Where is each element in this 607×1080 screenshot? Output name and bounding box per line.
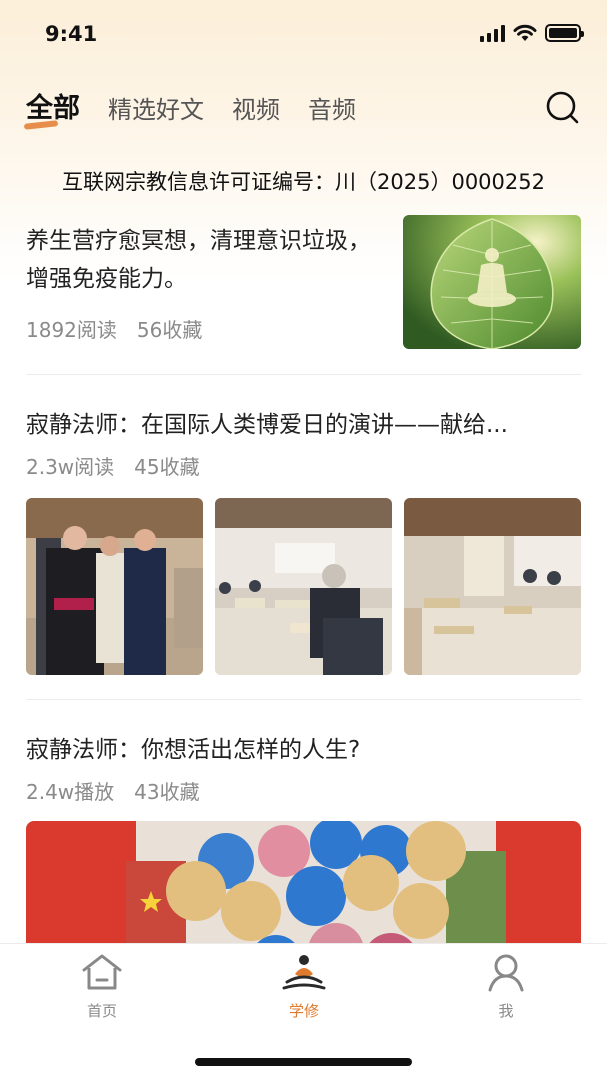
cellular-signal-icon: [480, 24, 505, 42]
license-notice: 互联网宗教信息许可证编号：川（2025）0000252: [62, 170, 545, 194]
status-icons: [480, 24, 584, 42]
home-icon: [82, 954, 122, 990]
favorite-count: 45收藏: [134, 455, 200, 479]
nav-me-label: 我: [498, 1002, 514, 1020]
nav-home-label: 首页: [86, 1002, 117, 1020]
photo-grid: [26, 498, 581, 675]
tab-featured-articles[interactable]: 精选好文: [108, 90, 204, 125]
nav-study-label: 学修: [288, 1002, 319, 1020]
profile-icon: [488, 954, 524, 992]
meditation-icon: [282, 955, 326, 990]
event-photo: [215, 498, 392, 675]
tab-audio[interactable]: 音频: [308, 90, 356, 125]
article-meta: 2.3w阅读 45收藏: [26, 451, 581, 480]
wifi-icon: [513, 24, 537, 41]
article-feed: 养生营疗愈冥想，清理意识垃圾，增强免疫能力。 1892阅读 56收藏 寂静法师：…: [26, 200, 581, 981]
nav-home[interactable]: 首页: [42, 952, 162, 1021]
bodhi-leaf-meditation-image: [403, 215, 581, 349]
nav-me[interactable]: 我: [446, 952, 566, 1021]
favorite-count: 56收藏: [136, 318, 203, 342]
article-meta: 2.4w播放 43收藏: [26, 776, 581, 805]
play-count: 2.4w播放: [26, 780, 115, 804]
favorite-count: 43收藏: [134, 780, 200, 804]
category-tabs: 全部 精选好文 视频 音频: [26, 86, 356, 125]
article-card[interactable]: 寂静法师：你想活出怎样的人生? 2.4w播放 43收藏: [26, 700, 581, 981]
read-count: 1892阅读: [26, 318, 117, 342]
event-photo: [404, 498, 581, 675]
search-icon[interactable]: [545, 90, 581, 126]
article-card[interactable]: 寂静法师：在国际人类博爱日的演讲——献给... 2.3w阅读 45收藏: [26, 375, 581, 700]
article-title: 寂静法师：在国际人类博爱日的演讲——献给...: [26, 412, 508, 438]
article-title: 寂静法师：你想活出怎样的人生?: [26, 737, 361, 763]
home-indicator[interactable]: [195, 1058, 412, 1066]
tab-video[interactable]: 视频: [232, 90, 280, 125]
tab-all[interactable]: 全部: [26, 86, 80, 125]
status-time: 9:41: [45, 22, 98, 46]
article-card[interactable]: 养生营疗愈冥想，清理意识垃圾，增强免疫能力。 1892阅读 56收藏: [26, 200, 581, 375]
nav-study[interactable]: 学修: [244, 952, 364, 1021]
battery-icon: [545, 24, 584, 42]
read-count: 2.3w阅读: [26, 455, 115, 479]
status-bar: 9:41: [0, 0, 607, 70]
event-photo: [26, 498, 203, 675]
article-meta: 1892阅读 56收藏: [26, 314, 202, 343]
article-title: 养生营疗愈冥想，清理意识垃圾，增强免疫能力。: [26, 228, 371, 292]
